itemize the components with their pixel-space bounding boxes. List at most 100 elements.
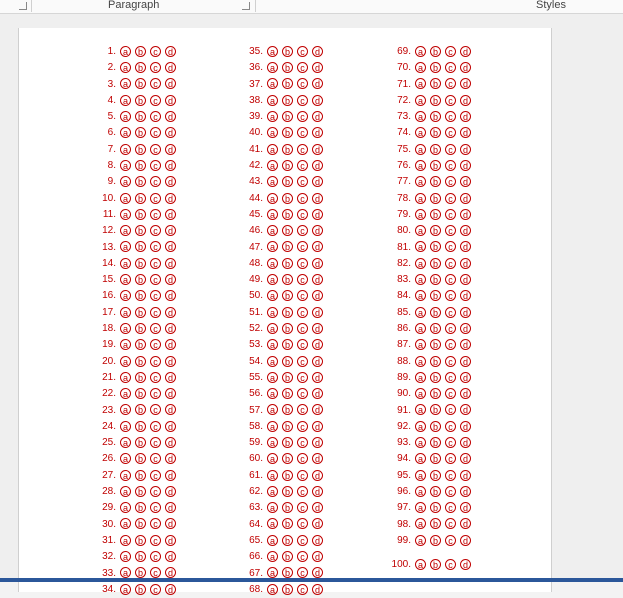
answer-row: 58. a b c d [239,419,323,435]
answer-bubble-b: b [135,290,146,302]
answer-bubble-d: d [312,127,323,139]
answer-row: 99. a b c d [387,533,471,549]
answer-bubble-a: a [120,290,131,302]
answer-bubble-b: b [430,339,441,351]
answer-bubble-d: d [460,225,471,237]
answer-bubble-c: c [445,355,456,367]
answer-bubble-a: a [415,192,426,204]
answer-bubble-d: d [312,420,323,432]
ribbon-bar: Paragraph Styles [0,0,623,14]
answer-bubble-a: a [415,241,426,253]
question-number: 98. [397,518,411,530]
answer-bubble-c: c [150,78,161,90]
answer-bubble-a: a [267,339,278,351]
answer-bubble-a: a [267,453,278,465]
question-number: 90. [397,388,411,400]
question-number: 50. [249,290,263,302]
answer-row: 66. a b c d [239,549,323,565]
answer-bubble-b: b [135,388,146,400]
answer-row: 61. a b c d [239,468,323,484]
answer-bubble-c: c [297,322,308,334]
question-number: 94. [397,453,411,465]
answer-bubble-b: b [135,192,146,204]
answer-bubble-c: c [150,241,161,253]
answer-bubble-c: c [297,534,308,546]
answer-row: 42. a b c d [239,158,323,174]
answer-bubble-d: d [165,469,176,481]
answer-bubble-a: a [267,274,278,286]
answer-bubble-c: c [445,290,456,302]
answer-bubble-a: a [267,420,278,432]
answer-bubble-c: c [150,355,161,367]
answer-bubble-a: a [267,322,278,334]
answer-bubble-a: a [267,469,278,481]
answer-row: 16. a b c d [92,288,176,304]
answer-row: 44. a b c d [239,191,323,207]
answer-bubble-d: d [165,567,176,579]
answer-bubble-b: b [282,453,293,465]
answer-bubble-a: a [415,388,426,400]
answer-bubble-d: d [165,404,176,416]
answer-bubble-b: b [430,306,441,318]
answer-bubble-b: b [430,94,441,106]
answer-bubble-a: a [267,159,278,171]
question-number: 54. [249,355,263,367]
answer-row: 4. a b c d [92,93,176,109]
answer-bubble-a: a [120,469,131,481]
answer-bubble-b: b [282,404,293,416]
answer-row: 36. a b c d [239,60,323,76]
answer-bubble-b: b [430,159,441,171]
answer-bubble-b: b [430,143,441,155]
answer-bubble-b: b [135,355,146,367]
answer-bubble-b: b [430,127,441,139]
answer-bubble-a: a [415,502,426,514]
answer-bubble-a: a [120,62,131,74]
answer-bubble-b: b [282,583,293,595]
question-number: 28. [102,486,116,498]
answer-bubble-b: b [135,469,146,481]
answer-bubble-d: d [312,322,323,334]
answer-bubble-d: d [460,559,471,571]
answer-bubble-d: d [460,371,471,383]
answer-column-3: 69. a b c d 70. a b c d 71. a b c d 72. a b c d 73. a b c d 74. a b… [387,44,471,574]
question-number: 7. [107,143,116,155]
paragraph-dialog-launcher-icon[interactable] [242,2,250,10]
answer-row: 27. a b c d [92,468,176,484]
dialog-launcher-icon[interactable] [19,2,27,10]
document-page[interactable]: 1. a b c d 2. a b c d 3. a b c d 4. a b c d 5. a b c d 6. a b c d 7. a b… [18,28,552,595]
answer-row: 57. a b c d [239,403,323,419]
question-number: 27. [102,469,116,481]
answer-bubble-a: a [267,371,278,383]
answer-bubble-c: c [445,257,456,269]
answer-bubble-a: a [267,78,278,90]
answer-row: 43. a b c d [239,174,323,190]
answer-bubble-c: c [150,388,161,400]
answer-bubble-a: a [120,45,131,57]
answer-bubble-d: d [312,94,323,106]
answer-bubble-d: d [312,225,323,237]
answer-row: 40. a b c d [239,125,323,141]
answer-bubble-b: b [135,94,146,106]
answer-row: 100. a b c d [387,557,471,573]
question-number: 38. [249,94,263,106]
answer-row: 23. a b c d [92,403,176,419]
answer-bubble-d: d [312,111,323,123]
answer-bubble-a: a [120,176,131,188]
answer-bubble-a: a [415,274,426,286]
answer-bubble-d: d [165,257,176,269]
answer-bubble-c: c [297,225,308,237]
answer-bubble-a: a [415,159,426,171]
answer-bubble-b: b [282,94,293,106]
answer-bubble-a: a [267,583,278,595]
answer-row: 7. a b c d [92,142,176,158]
question-number: 25. [102,437,116,449]
answer-bubble-d: d [312,208,323,220]
answer-bubble-b: b [430,274,441,286]
question-number: 68. [249,583,263,595]
answer-bubble-b: b [135,306,146,318]
answer-bubble-d: d [165,371,176,383]
question-number: 69. [397,46,411,57]
answer-row: 25. a b c d [92,435,176,451]
answer-bubble-a: a [267,534,278,546]
answer-bubble-b: b [135,567,146,579]
